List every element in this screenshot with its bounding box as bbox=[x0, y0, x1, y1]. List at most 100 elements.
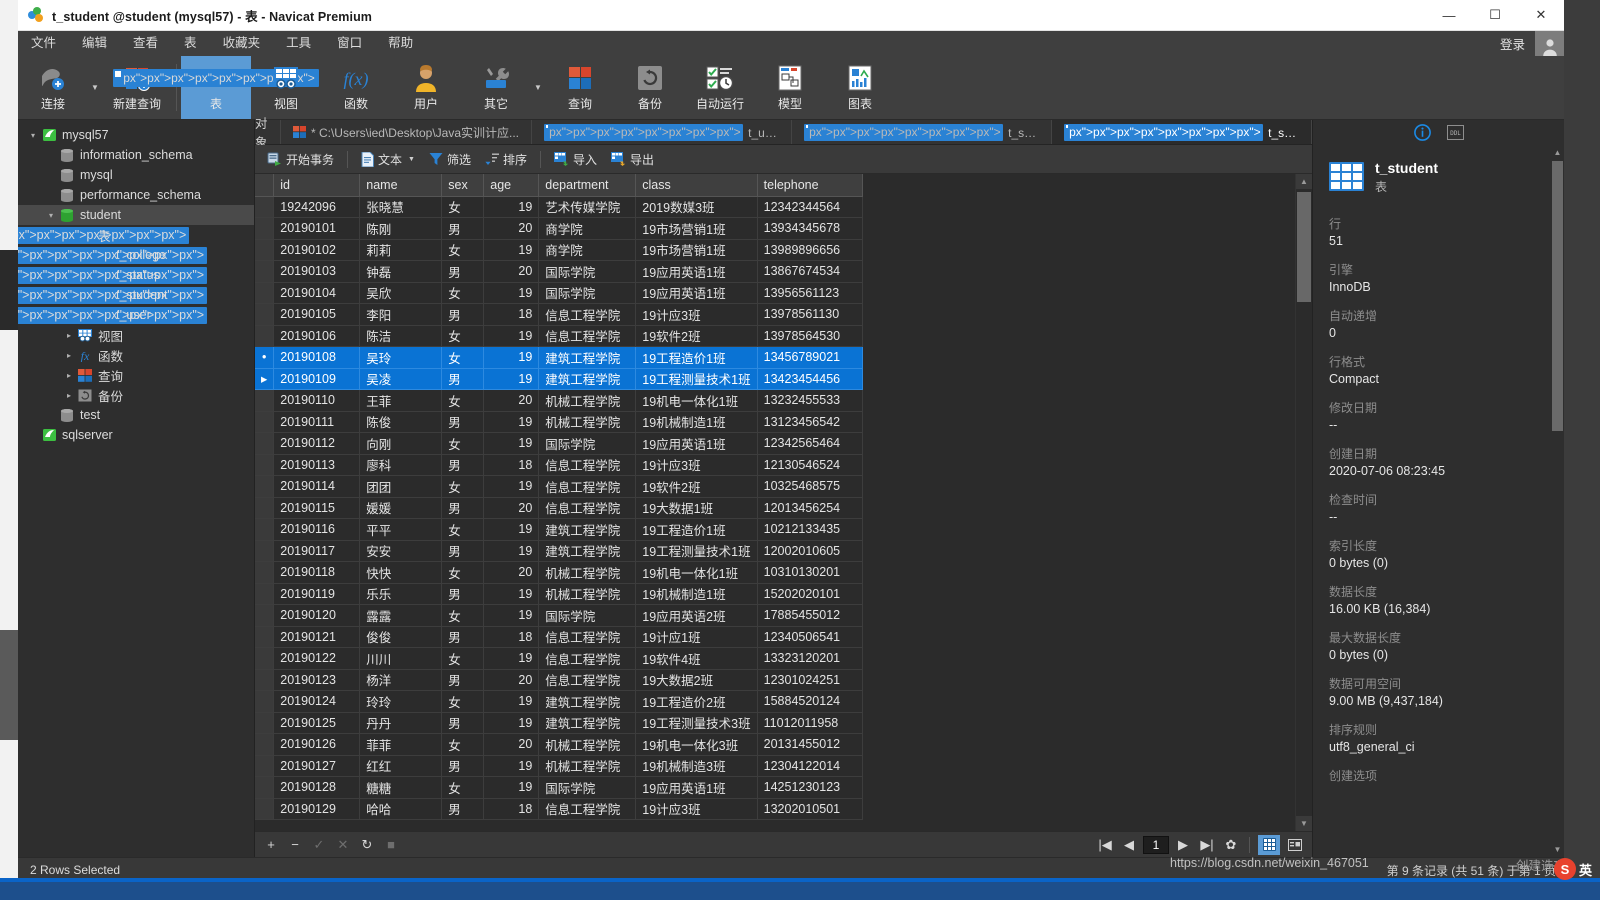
cell-telephone[interactable]: 12342344564 bbox=[757, 196, 863, 218]
cell-department[interactable]: 信息工程学院 bbox=[538, 303, 637, 326]
cell-class[interactable]: 19软件2班 bbox=[635, 325, 758, 347]
cell-age[interactable]: 19 bbox=[483, 690, 540, 713]
cell-department[interactable]: 信息工程学院 bbox=[538, 669, 637, 691]
cell-id[interactable]: 20190122 bbox=[273, 647, 361, 670]
menu-item-1[interactable]: 编辑 bbox=[69, 31, 120, 56]
delete-record-button[interactable]: − bbox=[285, 835, 305, 855]
grid-toolbar-button-文本[interactable]: 文本 ▼ bbox=[355, 148, 421, 170]
cell-telephone[interactable]: 13423454456 bbox=[757, 368, 863, 390]
cell-id[interactable]: 20190111 bbox=[273, 411, 361, 433]
cell-class[interactable]: 19应用英语1班 bbox=[635, 432, 758, 455]
cell-telephone[interactable]: 11012011958 bbox=[757, 712, 863, 734]
cell-department[interactable]: 信息工程学院 bbox=[538, 325, 637, 347]
toolbar-button-其它[interactable]: 其它 bbox=[461, 56, 531, 119]
table-row[interactable]: 20190119 乐乐男 19 机械工程学院 19机械制造1班 15202020101 bbox=[255, 583, 863, 605]
cell-name[interactable]: 吴玲 bbox=[359, 346, 443, 369]
tree-node-test[interactable]: test bbox=[18, 405, 254, 425]
cell-department[interactable]: 建筑工程学院 bbox=[538, 518, 637, 541]
cell-telephone[interactable]: 12340506541 bbox=[757, 626, 863, 648]
cell-id[interactable]: 20190126 bbox=[273, 733, 361, 756]
cell-id[interactable]: 20190113 bbox=[273, 454, 361, 476]
cell-name[interactable]: 陈刚 bbox=[359, 217, 443, 240]
cell-age[interactable]: 19 bbox=[483, 755, 540, 777]
cell-name[interactable]: 杨洋 bbox=[359, 669, 443, 691]
cell-age[interactable]: 18 bbox=[483, 798, 540, 820]
cell-class[interactable]: 19工程测量技术1班 bbox=[635, 368, 758, 390]
row-marker[interactable] bbox=[255, 282, 275, 304]
cell-sex[interactable]: 女 bbox=[441, 325, 485, 347]
cell-sex[interactable]: 女 bbox=[441, 346, 485, 369]
cell-sex[interactable]: 女 bbox=[441, 604, 485, 627]
cell-id[interactable]: 20190112 bbox=[273, 432, 361, 455]
cell-id[interactable]: 20190125 bbox=[273, 712, 361, 734]
column-header-sex[interactable]: sex bbox=[441, 174, 485, 197]
table-row[interactable]: 20190106 陈洁女 19 信息工程学院 19软件2班 13978564530 bbox=[255, 325, 863, 347]
menu-item-2[interactable]: 查看 bbox=[120, 31, 171, 56]
chevron-down-icon[interactable]: ▼ bbox=[88, 56, 102, 119]
cell-telephone[interactable]: 15202020101 bbox=[757, 583, 863, 605]
cell-name[interactable]: 红红 bbox=[359, 755, 443, 777]
column-header-department[interactable]: department bbox=[538, 174, 637, 197]
cell-class[interactable]: 19工程造价2班 bbox=[635, 690, 758, 713]
last-page-button[interactable]: ▶| bbox=[1197, 835, 1217, 855]
cell-telephone[interactable]: 13867674534 bbox=[757, 260, 863, 283]
menu-item-5[interactable]: 工具 bbox=[273, 31, 324, 56]
cell-id[interactable]: 20190128 bbox=[273, 776, 361, 799]
cell-name[interactable]: 玲玲 bbox=[359, 690, 443, 713]
toolbar-button-用户[interactable]: 用户 bbox=[391, 56, 461, 119]
cell-sex[interactable]: 男 bbox=[441, 755, 485, 777]
table-row[interactable]: 20190118 快快女 20 机械工程学院 19机电一体化1班 10310130201 bbox=[255, 561, 863, 584]
cell-telephone[interactable]: 10212133435 bbox=[757, 518, 863, 541]
cell-name[interactable]: 张晓慧 bbox=[359, 196, 443, 218]
table-row[interactable]: 20190105 李阳男 18 信息工程学院 19计应3班 13978561130 bbox=[255, 303, 863, 326]
cell-id[interactable]: 20190118 bbox=[273, 561, 361, 584]
cell-department[interactable]: 机械工程学院 bbox=[538, 755, 637, 777]
cell-sex[interactable]: 男 bbox=[441, 368, 485, 390]
cell-id[interactable]: 20190104 bbox=[273, 282, 361, 304]
cell-sex[interactable]: 女 bbox=[441, 518, 485, 541]
scroll-up-arrow-icon[interactable]: ▲ bbox=[1296, 174, 1312, 189]
tab-objects[interactable]: 对象 bbox=[255, 117, 281, 150]
grid-view-icon[interactable] bbox=[1258, 834, 1280, 855]
table-row[interactable]: 20190125 丹丹男 19 建筑工程学院 19工程测量技术3班 11012011958 bbox=[255, 712, 863, 734]
row-marker[interactable] bbox=[255, 733, 275, 756]
cell-id[interactable]: 20190106 bbox=[273, 325, 361, 347]
toolbar-button-函数[interactable]: f(x) 函数 bbox=[321, 56, 391, 119]
cell-class[interactable]: 19市场营销1班 bbox=[635, 217, 758, 240]
cell-id[interactable]: 20190114 bbox=[273, 475, 361, 498]
table-row[interactable]: 20190101 陈刚男 20 商学院 19市场营销1班 13934345678 bbox=[255, 217, 863, 240]
cell-id[interactable]: 20190127 bbox=[273, 755, 361, 777]
cell-department[interactable]: 商学院 bbox=[538, 217, 637, 240]
table-row[interactable]: 20190120 露露女 19 国际学院 19应用英语2班 17885455012 bbox=[255, 604, 863, 627]
cell-department[interactable]: 建筑工程学院 bbox=[538, 712, 637, 734]
twisty-icon[interactable]: ▾ bbox=[44, 211, 58, 220]
tree-node-函数[interactable]: ▸ fx 函数 bbox=[18, 345, 254, 365]
cell-class[interactable]: 19机电一体化1班 bbox=[635, 561, 758, 584]
ddl-icon[interactable]: DDL bbox=[1446, 125, 1464, 140]
cell-age[interactable]: 19 bbox=[483, 368, 540, 390]
cell-name[interactable]: 陈洁 bbox=[359, 325, 443, 347]
cell-department[interactable]: 商学院 bbox=[538, 239, 637, 261]
table-row[interactable]: 20190112 向刚女 19 国际学院 19应用英语1班 12342565464 bbox=[255, 432, 863, 455]
chevron-down-icon[interactable]: ▼ bbox=[531, 56, 545, 119]
login-area[interactable]: 登录 bbox=[1490, 31, 1564, 56]
column-header-telephone[interactable]: telephone bbox=[757, 174, 863, 197]
cell-class[interactable]: 19应用英语1班 bbox=[635, 282, 758, 304]
sogou-ime-icon[interactable]: S bbox=[1553, 858, 1576, 880]
cell-age[interactable]: 18 bbox=[483, 303, 540, 326]
row-marker[interactable]: • bbox=[255, 346, 275, 369]
toolbar-button-连接[interactable]: 连接 bbox=[18, 56, 88, 119]
table-row[interactable]: 19242096 张晓慧女 19 艺术传媒学院 2019数媒3班 12342344564 bbox=[255, 196, 863, 218]
cell-class[interactable]: 2019数媒3班 bbox=[635, 196, 758, 218]
table-row[interactable]: 20190113 廖科男 18 信息工程学院 19计应3班 12130546524 bbox=[255, 454, 863, 476]
stop-button[interactable]: ■ bbox=[381, 835, 401, 855]
tree-node-sqlserver[interactable]: sqlserver bbox=[18, 425, 254, 445]
login-label[interactable]: 登录 bbox=[1490, 34, 1535, 53]
cell-sex[interactable]: 男 bbox=[441, 798, 485, 820]
cell-age[interactable]: 19 bbox=[483, 712, 540, 734]
cell-telephone[interactable]: 12301024251 bbox=[757, 669, 863, 691]
grid-vertical-scrollbar[interactable]: ▲ ▼ bbox=[1295, 174, 1312, 831]
table-row[interactable]: ▸ 20190109 吴凌男 19 建筑工程学院 19工程测量技术1班 1342345445… bbox=[255, 368, 863, 390]
row-marker[interactable] bbox=[255, 239, 275, 261]
cell-age[interactable]: 18 bbox=[483, 626, 540, 648]
